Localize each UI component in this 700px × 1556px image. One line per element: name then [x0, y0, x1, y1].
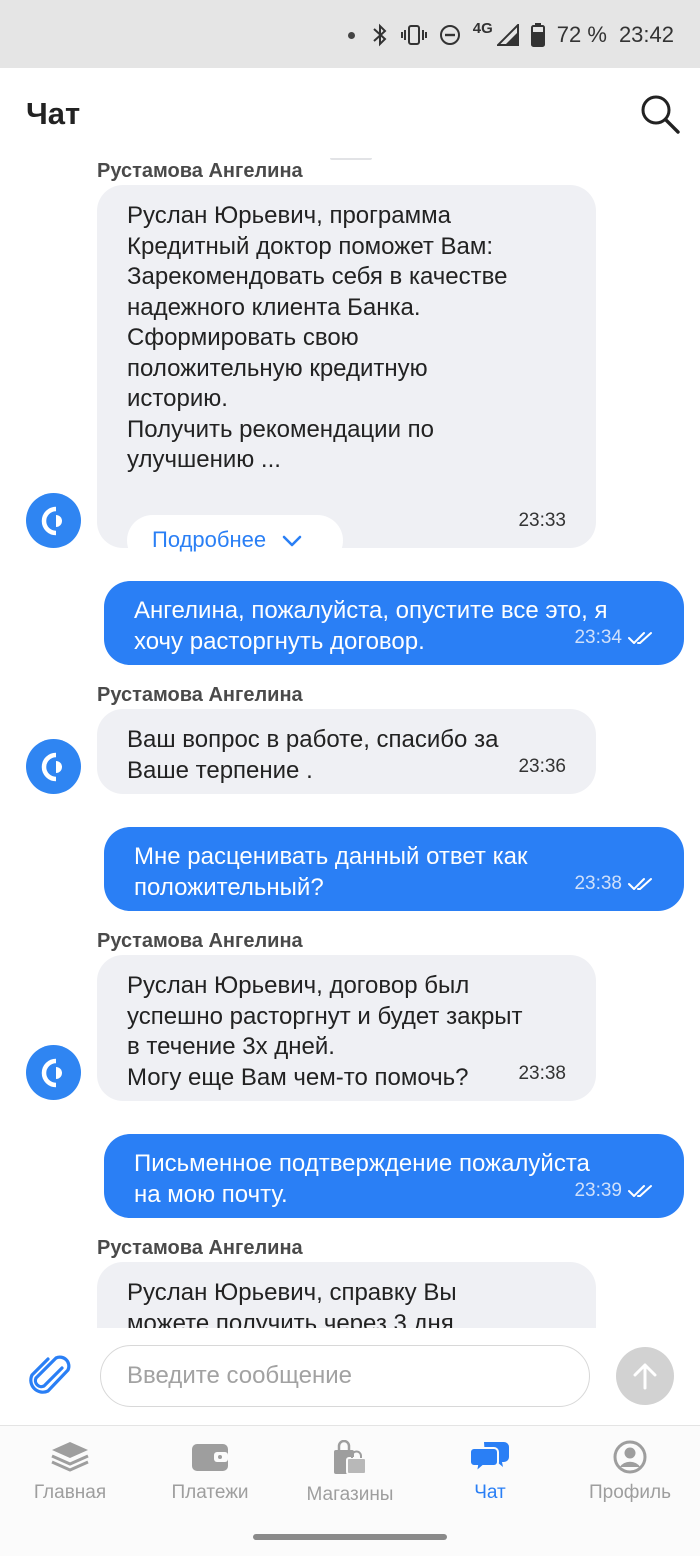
- bank-logo-icon: [41, 506, 62, 535]
- profile-icon: [613, 1440, 647, 1474]
- message-sender-name: Рустамова Ангелина: [97, 930, 303, 952]
- message-input[interactable]: [100, 1345, 590, 1407]
- bottom-navigation: Главная Платежи Магазины Чат Профиль: [0, 1425, 700, 1556]
- message-composer: [0, 1328, 700, 1425]
- paperclip-icon: [29, 1355, 71, 1394]
- nav-label: Магазины: [306, 1484, 394, 1505]
- message-time: 23:36: [518, 755, 566, 777]
- message-bubble-incoming: Ваш вопрос в работе, спасибо за Ваше тер…: [97, 709, 596, 794]
- status-time: 23:42: [618, 22, 674, 47]
- nav-item-chat[interactable]: Чат: [420, 1440, 560, 1520]
- status-icons: 4G 72 % 23:42: [347, 18, 674, 52]
- message-text-line: Сформировать свою: [127, 324, 359, 351]
- message-text-line: положительную кредитную: [127, 354, 428, 382]
- message-bubble-incoming: Руслан Юрьевич, программа Кредитный докт…: [97, 185, 596, 566]
- nav-item-profile[interactable]: Профиль: [560, 1440, 700, 1520]
- send-button[interactable]: [616, 1347, 674, 1405]
- message-text-line: Руслан Юрьевич, программа: [127, 202, 451, 229]
- message-sender-name: Рустамова Ангелина: [97, 684, 303, 706]
- network-type-label: 4G: [472, 19, 493, 37]
- message-text-line: Руслан Юрьевич, договор был: [127, 972, 470, 999]
- status-bar: 4G 72 % 23:42: [0, 0, 700, 68]
- wallet-icon: [192, 1444, 228, 1471]
- message-bubble-incoming: Руслан Юрьевич, договор был успешно раст…: [97, 955, 596, 1101]
- chevron-down-icon: [282, 535, 302, 546]
- message-status: 23:39: [574, 1176, 654, 1207]
- message-time: 23:34: [574, 626, 622, 648]
- message-text-line: Ваш вопрос в работе, спасибо за: [127, 726, 499, 753]
- cell-signal-icon: [496, 24, 519, 46]
- message-text-line: Могу еще Вам чем-то помочь?: [127, 1063, 469, 1091]
- do-not-disturb-icon: [439, 25, 460, 45]
- message-time: 23:33: [518, 509, 566, 531]
- vibrate-icon: [400, 25, 427, 45]
- search-icon: [641, 95, 680, 134]
- chat-message-list[interactable]: Рустамова Ангелина Руслан Юрьевич, прогр…: [0, 158, 700, 1328]
- message-sender-name: Рустамова Ангелина: [97, 1237, 303, 1259]
- message-text-line: Руслан Юрьевич, справку Вы: [127, 1279, 457, 1306]
- operator-avatar: [26, 493, 81, 548]
- message-text-line: Ваше терпение .: [127, 756, 313, 784]
- message-status: 23:38: [574, 869, 654, 900]
- message-status: 23:34: [574, 623, 654, 654]
- message-bubble-incoming: Руслан Юрьевич, справку Вы можете получи…: [97, 1262, 596, 1328]
- message-time: 23:38: [574, 872, 622, 894]
- bluetooth-icon: [373, 23, 387, 47]
- double-check-icon: [628, 631, 652, 644]
- message-text-line: успешно расторгнут и будет закрыт: [127, 1002, 523, 1030]
- chat-bubbles-icon: [470, 1442, 509, 1474]
- double-check-icon: [628, 1184, 652, 1197]
- home-indicator[interactable]: [253, 1534, 447, 1540]
- message-text-line: в течение 3х дней.: [127, 1033, 335, 1060]
- search-button[interactable]: [638, 92, 682, 136]
- message-bubble-outgoing: Ангелина, пожалуйста, опустите все это, …: [104, 581, 684, 665]
- message-sender-name: Рустамова Ангелина: [97, 160, 303, 182]
- double-check-icon: [628, 877, 652, 890]
- nav-label: Чат: [474, 1482, 506, 1503]
- battery-icon: [530, 23, 545, 47]
- message-text-line: Зарекомендовать себя в качестве: [127, 263, 508, 290]
- operator-avatar: [26, 739, 81, 794]
- page-title: Чат: [26, 96, 81, 131]
- arrow-up-icon: [633, 1363, 657, 1390]
- battery-percent: 72 %: [556, 22, 607, 47]
- app-screen: 4G 72 % 23:42 Чат Рустамова Ангелина Рус…: [0, 0, 700, 1556]
- layers-icon: [51, 1442, 89, 1472]
- nav-item-home[interactable]: Главная: [0, 1440, 140, 1520]
- chat-header: Чат: [0, 68, 700, 158]
- notification-dot-icon: [347, 31, 355, 39]
- attach-button[interactable]: [28, 1350, 74, 1400]
- message-text-line: надежного клиента Банка.: [127, 293, 421, 321]
- message-text-line: историю.: [127, 385, 228, 412]
- nav-label: Профиль: [588, 1482, 672, 1503]
- message-time: 23:38: [518, 1062, 566, 1084]
- bank-logo-icon: [41, 1058, 62, 1087]
- message-text-line: Кредитный доктор поможет Вам:: [127, 232, 494, 260]
- nav-label: Платежи: [171, 1482, 249, 1503]
- scroll-edge-shadow: [330, 158, 372, 160]
- nav-item-shops[interactable]: Магазины: [280, 1440, 420, 1520]
- operator-avatar: [26, 1045, 81, 1100]
- message-bubble-outgoing: Мне расценивать данный ответ как положит…: [104, 827, 684, 911]
- message-text-line: можете получить через 3 дня: [127, 1309, 454, 1329]
- message-bubble-outgoing: Письменное подтверждение пожалуйста на м…: [104, 1134, 684, 1218]
- expand-more-button[interactable]: Подробнее: [127, 515, 343, 566]
- message-text-line: Получить рекомендации по: [127, 415, 434, 443]
- expand-more-label: Подробнее: [152, 527, 267, 553]
- nav-item-payments[interactable]: Платежи: [140, 1440, 280, 1520]
- bank-logo-icon: [41, 752, 62, 781]
- message-text-line: улучшению ...: [127, 446, 281, 473]
- message-time: 23:39: [574, 1179, 622, 1201]
- nav-label: Главная: [33, 1482, 107, 1503]
- shopping-bags-icon: [334, 1440, 367, 1475]
